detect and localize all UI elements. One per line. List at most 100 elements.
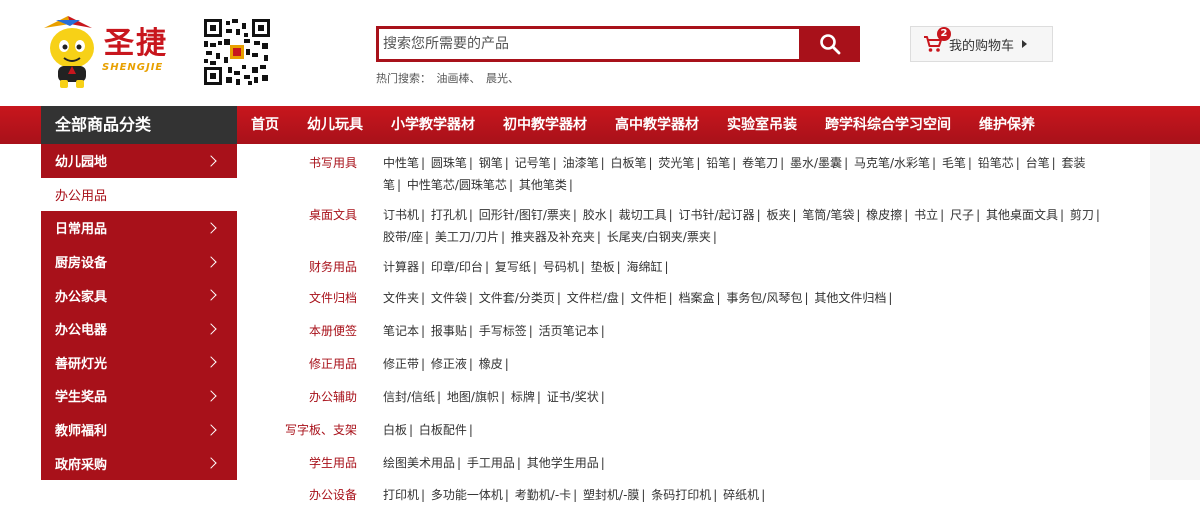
category-title[interactable]: 修正用品: [237, 353, 383, 375]
subcategory-link[interactable]: 碎纸机: [723, 488, 759, 502]
subcategory-link[interactable]: 订书机: [383, 208, 419, 222]
subcategory-link[interactable]: 考勤机/-卡: [515, 488, 571, 502]
subcategory-link[interactable]: 其他桌面文具: [986, 208, 1058, 222]
subcategory-link[interactable]: 卷笔刀: [742, 156, 778, 170]
subcategory-link[interactable]: 海绵缸: [626, 260, 662, 274]
subcategory-link[interactable]: 信封/信纸: [383, 390, 435, 404]
subcategory-link[interactable]: 文件套/分类页: [479, 291, 555, 305]
subcategory-link[interactable]: 条码打印机: [651, 488, 711, 502]
subcategory-link[interactable]: 中性笔: [383, 156, 419, 170]
subcategory-link[interactable]: 马克笔/水彩笔: [854, 156, 930, 170]
category-title[interactable]: 财务用品: [237, 256, 383, 278]
sidebar-item[interactable]: 办公家具: [41, 278, 237, 312]
subcategory-link[interactable]: 毛笔: [942, 156, 966, 170]
subcategory-link[interactable]: 回形针/图钉/票夹: [479, 208, 571, 222]
subcategory-link[interactable]: 胶水: [583, 208, 607, 222]
subcategory-link[interactable]: 号码机: [543, 260, 579, 274]
subcategory-link[interactable]: 文件夹: [383, 291, 419, 305]
subcategory-link[interactable]: 计算器: [383, 260, 419, 274]
subcategory-link[interactable]: 橡皮: [479, 357, 503, 371]
subcategory-link[interactable]: 圆珠笔: [431, 156, 467, 170]
subcategory-link[interactable]: 文件柜: [631, 291, 667, 305]
cart-button[interactable]: 2 我的购物车: [910, 26, 1053, 62]
subcategory-link[interactable]: 手写标签: [479, 324, 527, 338]
subcategory-link[interactable]: 中性笔芯/圆珠笔芯: [407, 178, 507, 192]
subcategory-link[interactable]: 尺子: [950, 208, 974, 222]
subcategory-link[interactable]: 白板配件: [419, 423, 467, 437]
subcategory-link[interactable]: 铅笔: [706, 156, 730, 170]
nav-item-junior[interactable]: 初中教学器材: [489, 106, 601, 144]
subcategory-link[interactable]: 其他学生用品: [527, 456, 599, 470]
subcategory-link[interactable]: 订书针/起订器: [679, 208, 755, 222]
subcategory-link[interactable]: 档案盒: [679, 291, 715, 305]
subcategory-link[interactable]: 印章/印台: [431, 260, 483, 274]
category-title[interactable]: 学生用品: [237, 452, 383, 474]
nav-item-maintenance[interactable]: 维护保养: [965, 106, 1049, 144]
subcategory-link[interactable]: 修正液: [431, 357, 467, 371]
sidebar-item[interactable]: 日常用品: [41, 211, 237, 245]
subcategory-link[interactable]: 文件袋: [431, 291, 467, 305]
subcategory-link[interactable]: 证书/奖状: [547, 390, 599, 404]
subcategory-link[interactable]: 手工用品: [467, 456, 515, 470]
subcategory-link[interactable]: 铅笔芯: [978, 156, 1014, 170]
subcategory-link[interactable]: 报事贴: [431, 324, 467, 338]
subcategory-link[interactable]: 油漆笔: [563, 156, 599, 170]
nav-item-senior[interactable]: 高中教学器材: [601, 106, 713, 144]
subcategory-link[interactable]: 打孔机: [431, 208, 467, 222]
category-title[interactable]: 写字板、支架: [237, 419, 383, 441]
subcategory-link[interactable]: 其他文件归档: [814, 291, 886, 305]
hot-search-term[interactable]: 油画棒、: [437, 72, 481, 85]
sidebar-item[interactable]: 善研灯光: [41, 346, 237, 380]
category-title[interactable]: 办公设备: [237, 484, 383, 506]
subcategory-link[interactable]: 美工刀/刀片: [435, 230, 499, 244]
subcategory-link[interactable]: 裁切工具: [619, 208, 667, 222]
subcategory-link[interactable]: 书立: [914, 208, 938, 222]
subcategory-link[interactable]: 荧光笔: [658, 156, 694, 170]
subcategory-link[interactable]: 打印机: [383, 488, 419, 502]
nav-item-home[interactable]: 首页: [237, 106, 293, 144]
sidebar-item[interactable]: 办公电器: [41, 312, 237, 346]
sidebar-item[interactable]: 学生奖品: [41, 379, 237, 413]
category-title[interactable]: 办公辅助: [237, 386, 383, 408]
subcategory-link[interactable]: 胶带/座: [383, 230, 423, 244]
subcategory-link[interactable]: 塑封机/-膜: [583, 488, 639, 502]
sidebar-item[interactable]: 教师福利: [41, 413, 237, 447]
nav-item-primary[interactable]: 小学教学器材: [377, 106, 489, 144]
sidebar-item[interactable]: 政府采购: [41, 446, 237, 480]
subcategory-link[interactable]: 白板笔: [610, 156, 646, 170]
subcategory-link[interactable]: 橡皮擦: [866, 208, 902, 222]
subcategory-link[interactable]: 复写纸: [495, 260, 531, 274]
subcategory-link[interactable]: 标牌: [511, 390, 535, 404]
subcategory-link[interactable]: 修正带: [383, 357, 419, 371]
search-input[interactable]: [376, 26, 802, 62]
subcategory-link[interactable]: 活页笔记本: [539, 324, 599, 338]
subcategory-link[interactable]: 笔记本: [383, 324, 419, 338]
subcategory-link[interactable]: 垫板: [591, 260, 615, 274]
subcategory-link[interactable]: 板夹: [766, 208, 790, 222]
subcategory-link[interactable]: 台笔: [1026, 156, 1050, 170]
category-title[interactable]: 文件归档: [237, 287, 383, 309]
subcategory-link[interactable]: 墨水/墨囊: [790, 156, 842, 170]
subcategory-link[interactable]: 笔筒/笔袋: [802, 208, 854, 222]
subcategory-link[interactable]: 地图/旗帜: [447, 390, 499, 404]
sidebar-item-active[interactable]: 办公用品: [41, 177, 237, 212]
sidebar-item[interactable]: 厨房设备: [41, 245, 237, 279]
category-title[interactable]: 本册便签: [237, 320, 383, 342]
nav-item-toys[interactable]: 幼儿玩具: [293, 106, 377, 144]
sidebar-item[interactable]: 幼儿园地: [41, 144, 237, 178]
category-title[interactable]: 桌面文具: [237, 204, 383, 248]
search-button[interactable]: [800, 26, 860, 62]
subcategory-link[interactable]: 事务包/风琴包: [726, 291, 802, 305]
subcategory-link[interactable]: 长尾夹/白钢夹/票夹: [607, 230, 711, 244]
subcategory-link[interactable]: 白板: [383, 423, 407, 437]
site-logo[interactable]: 圣捷 SHENGJIE: [40, 14, 175, 90]
subcategory-link[interactable]: 绘图美术用品: [383, 456, 455, 470]
subcategory-link[interactable]: 记号笔: [515, 156, 551, 170]
nav-item-lab[interactable]: 实验室吊装: [713, 106, 811, 144]
subcategory-link[interactable]: 钢笔: [479, 156, 503, 170]
hot-search-term[interactable]: 晨光、: [486, 72, 519, 85]
subcategory-link[interactable]: 剪刀: [1070, 208, 1094, 222]
category-title[interactable]: 书写用具: [237, 152, 383, 196]
subcategory-link[interactable]: 文件栏/盘: [567, 291, 619, 305]
all-categories-button[interactable]: 全部商品分类: [41, 106, 237, 144]
